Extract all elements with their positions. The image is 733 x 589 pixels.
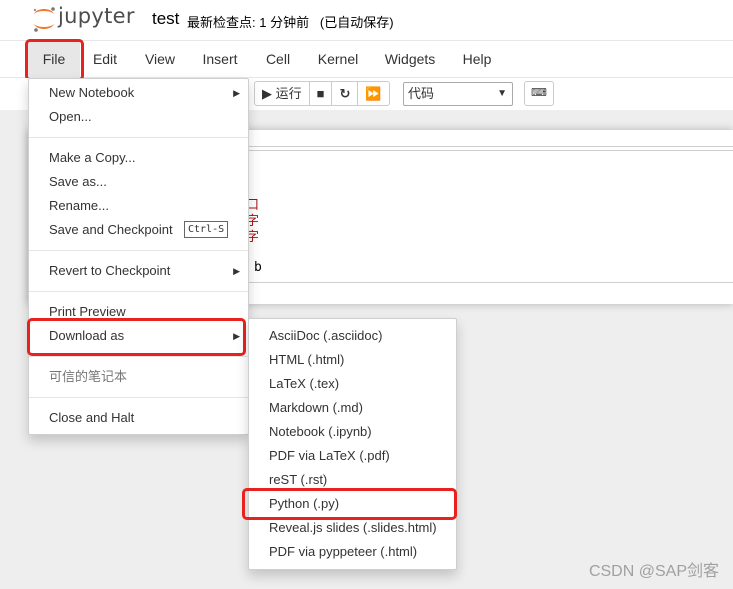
menu-help[interactable]: Help: [456, 41, 498, 78]
caret-right-icon: ▶: [233, 88, 240, 98]
download-submenu: AsciiDoc (.asciidoc) HTML (.html) LaTeX …: [248, 318, 457, 570]
download-as-highlight: [27, 318, 246, 356]
caret-right-icon: ▶: [233, 266, 240, 276]
notebook-title[interactable]: test: [152, 9, 179, 29]
menu-item-open[interactable]: Open...: [29, 105, 248, 129]
jupyter-logo-icon: [33, 7, 55, 32]
cell-type-select[interactable]: 代码 ▼: [403, 82, 513, 106]
file-menu-dropdown: New Notebook ▶ Open... Make a Copy... Sa…: [28, 78, 249, 435]
menu-edit[interactable]: Edit: [85, 41, 125, 78]
download-asciidoc[interactable]: AsciiDoc (.asciidoc): [249, 324, 456, 348]
menu-insert[interactable]: Insert: [196, 41, 244, 78]
menu-item-save-as[interactable]: Save as...: [29, 170, 248, 194]
menu-divider: [29, 397, 248, 398]
keyboard-icon: ⌨: [531, 87, 547, 99]
menu-item-close-halt[interactable]: Close and Halt: [29, 406, 248, 430]
download-latex[interactable]: LaTeX (.tex): [249, 372, 456, 396]
restart-icon: ↻: [339, 86, 351, 101]
menu-cell[interactable]: Cell: [258, 41, 298, 78]
logo-text: jupyter: [58, 4, 135, 28]
download-pdf-pyppeteer[interactable]: PDF via pyppeteer (.html): [249, 540, 456, 564]
code-fragment: b: [254, 260, 262, 275]
menu-item-revert-checkpoint[interactable]: Revert to Checkpoint ▶: [29, 259, 248, 283]
shortcut-badge: Ctrl-S: [184, 221, 229, 238]
download-pdf-latex[interactable]: PDF via LaTeX (.pdf): [249, 444, 456, 468]
menu-divider: [29, 137, 248, 138]
chevron-down-icon: ▼: [497, 88, 507, 99]
menu-widgets[interactable]: Widgets: [380, 41, 440, 78]
save-status: 最新检查点: 1 分钟前 (已自动保存): [187, 15, 394, 30]
menu-item-label: Save and Checkpoint: [49, 222, 173, 237]
run-group: ▶ 运行 ■ ↻ ⏩: [254, 81, 390, 106]
restart-button[interactable]: ↻: [332, 82, 359, 105]
run-button[interactable]: ▶ 运行: [255, 82, 310, 105]
fast-forward-button[interactable]: ⏩: [358, 82, 388, 105]
stop-icon: ■: [316, 86, 325, 101]
menubar: File Edit View Insert Cell Kernel Widget…: [0, 40, 733, 78]
menu-divider: [29, 250, 248, 251]
file-menu-highlight: [25, 39, 84, 81]
menu-kernel[interactable]: Kernel: [312, 41, 364, 78]
download-markdown[interactable]: Markdown (.md): [249, 396, 456, 420]
menu-view[interactable]: View: [138, 41, 182, 78]
python-highlight: [242, 488, 457, 520]
fast-forward-icon: ⏩: [365, 86, 382, 101]
menu-item-new-notebook[interactable]: New Notebook ▶: [29, 81, 248, 105]
menu-item-label: Revert to Checkpoint: [49, 263, 171, 278]
stop-button[interactable]: ■: [310, 82, 333, 105]
menu-divider: [29, 291, 248, 292]
watermark: CSDN @SAP剑客: [588, 563, 719, 580]
menu-divider: [29, 356, 248, 357]
menu-item-save-checkpoint[interactable]: Save and Checkpoint Ctrl-S: [29, 218, 248, 242]
menu-item-label: New Notebook: [49, 85, 135, 100]
header: jupyter test 最新检查点: 1 分钟前 (已自动保存): [0, 0, 733, 40]
download-notebook[interactable]: Notebook (.ipynb): [249, 420, 456, 444]
menu-item-rename[interactable]: Rename...: [29, 194, 248, 218]
menu-item-make-copy[interactable]: Make a Copy...: [29, 146, 248, 170]
cell-type-value: 代码: [408, 86, 435, 101]
download-html[interactable]: HTML (.html): [249, 348, 456, 372]
keyboard-shortcuts-button[interactable]: ⌨: [524, 81, 554, 106]
menu-item-trusted-notebook: 可信的笔记本: [49, 369, 128, 384]
